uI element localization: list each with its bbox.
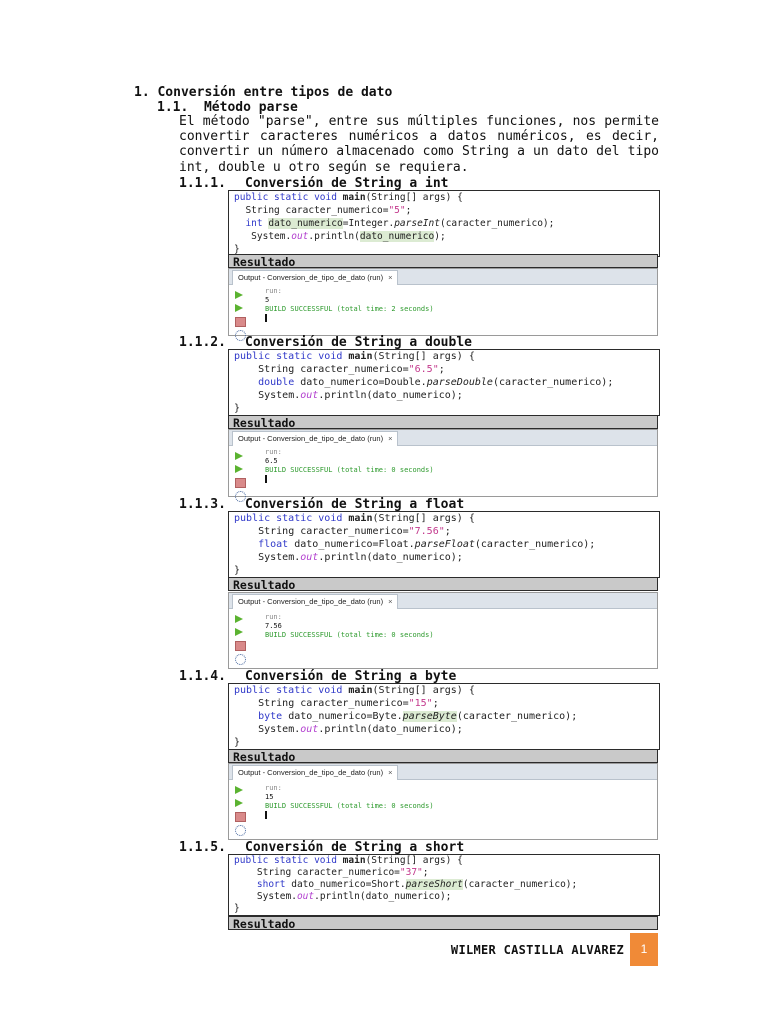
close-icon[interactable]: × — [388, 768, 392, 777]
heading-1: 1. Conversión entre tipos de dato — [134, 85, 393, 100]
page-number: 1 — [630, 933, 658, 966]
output-tab[interactable]: Output - Conversion_de_tipo_de_dato (run… — [232, 765, 399, 780]
stop-icon[interactable] — [235, 478, 246, 488]
result-label: Resultado — [228, 254, 658, 269]
rerun-with-options-icon[interactable] — [235, 799, 245, 808]
output-panel: Output - Conversion_de_tipo_de_dato (run… — [228, 763, 658, 840]
output-tab[interactable]: Output - Conversion_de_tipo_de_dato (run… — [232, 431, 399, 446]
rerun-icon[interactable] — [235, 291, 245, 300]
output-tab[interactable]: Output - Conversion_de_tipo_de_dato (run… — [232, 594, 399, 609]
result-label: Resultado — [228, 577, 658, 592]
code-block: public static void main(String[] args) {… — [228, 511, 660, 578]
result-label: Resultado — [228, 916, 658, 931]
settings-icon[interactable] — [235, 654, 246, 665]
section-heading: 1.1.2. Conversión de String a double — [179, 335, 472, 350]
close-icon[interactable]: × — [388, 597, 392, 606]
rerun-icon[interactable] — [235, 615, 245, 624]
close-icon[interactable]: × — [388, 273, 392, 282]
result-label: Resultado — [228, 749, 658, 764]
stop-icon[interactable] — [235, 317, 246, 327]
rerun-with-options-icon[interactable] — [235, 304, 245, 313]
output-text: run: 15 BUILD SUCCESSFUL (total time: 0 … — [265, 784, 434, 822]
stop-icon[interactable] — [235, 641, 246, 651]
result-label: Resultado — [228, 415, 658, 430]
author-name: WILMER CASTILLA ALVAREZ — [450, 943, 624, 957]
output-panel: Output - Conversion_de_tipo_de_dato (run… — [228, 429, 658, 502]
heading-2: 1.1. Método parse — [157, 100, 298, 115]
settings-icon[interactable] — [235, 825, 246, 836]
code-block: public static void main(String[] args) {… — [228, 349, 660, 416]
rerun-icon[interactable] — [235, 452, 245, 461]
output-panel: Output - Conversion_de_tipo_de_dato (run… — [228, 592, 658, 669]
code-block: public static void main(String[] args) {… — [228, 683, 660, 750]
section-heading: 1.1.1. Conversión de String a int — [179, 176, 449, 191]
section-heading: 1.1.4. Conversión de String a byte — [179, 669, 457, 684]
rerun-icon[interactable] — [235, 786, 245, 795]
stop-icon[interactable] — [235, 812, 246, 822]
output-panel: Output - Conversion_de_tipo_de_dato (run… — [228, 268, 658, 341]
rerun-with-options-icon[interactable] — [235, 628, 245, 637]
section-heading: 1.1.3. Conversión de String a float — [179, 497, 465, 512]
output-tab[interactable]: Output - Conversion_de_tipo_de_dato (run… — [232, 270, 399, 285]
intro-paragraph: El método "parse", entre sus múltiples f… — [179, 114, 659, 175]
rerun-with-options-icon[interactable] — [235, 465, 245, 474]
code-block: public static void main(String[] args) {… — [228, 190, 660, 257]
output-text: run: 6.5 BUILD SUCCESSFUL (total time: 0… — [265, 448, 434, 486]
close-icon[interactable]: × — [388, 434, 392, 443]
section-heading: 1.1.5. Conversión de String a short — [179, 840, 465, 855]
output-text: run: 5 BUILD SUCCESSFUL (total time: 2 s… — [265, 287, 434, 325]
code-block: public static void main(String[] args) {… — [228, 854, 660, 916]
output-text: run: 7.56 BUILD SUCCESSFUL (total time: … — [265, 613, 434, 639]
